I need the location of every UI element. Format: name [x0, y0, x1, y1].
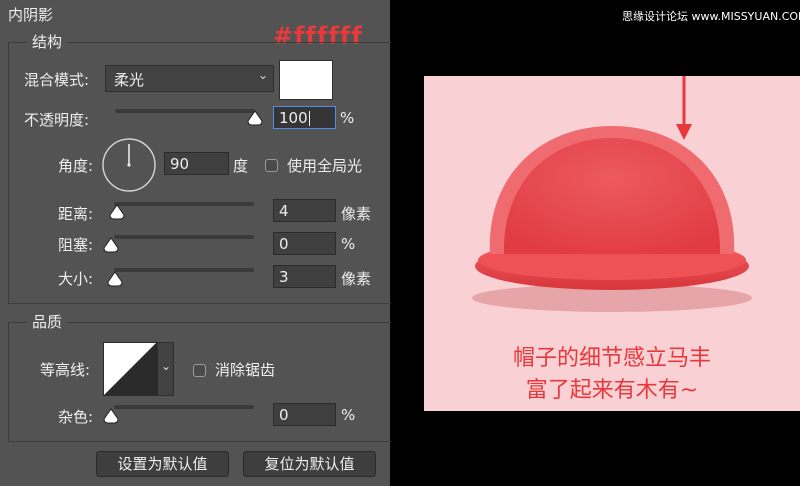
size-slider-thumb[interactable]	[106, 271, 124, 287]
set-default-button[interactable]: 设置为默认值	[96, 451, 229, 477]
distance-slider-thumb[interactable]	[108, 204, 126, 220]
blend-mode-label: 混合模式:	[24, 71, 90, 89]
opacity-unit: %	[340, 109, 355, 127]
size-label: 大小:	[58, 270, 94, 288]
angle-dial[interactable]	[101, 137, 157, 193]
angle-label: 角度:	[58, 157, 94, 175]
choke-label: 阻塞:	[58, 236, 94, 254]
size-slider-track[interactable]	[114, 268, 254, 272]
choke-unit: %	[341, 235, 356, 253]
antialias-checkbox[interactable]	[193, 364, 206, 377]
opacity-slider-thumb[interactable]	[246, 110, 264, 126]
contour-preview[interactable]	[103, 342, 157, 396]
angle-input[interactable]: 90	[164, 152, 229, 175]
opacity-input[interactable]: 100	[273, 106, 336, 129]
contour-label: 等高线:	[40, 361, 91, 379]
global-light-label: 使用全局光	[287, 157, 363, 175]
noise-label: 杂色:	[58, 408, 94, 426]
distance-slider-track[interactable]	[114, 202, 254, 206]
caption-line-1: 帽子的细节感立马丰	[512, 346, 711, 371]
size-input[interactable]: 3	[273, 265, 336, 288]
distance-label: 距离:	[58, 205, 94, 223]
reset-default-button[interactable]: 复位为默认值	[243, 451, 376, 477]
noise-unit: %	[341, 406, 356, 424]
distance-input[interactable]: 4	[273, 199, 336, 222]
structure-legend: 结构	[27, 31, 68, 52]
angle-unit: 度	[233, 157, 249, 175]
color-swatch[interactable]	[279, 60, 333, 100]
preview-area: 帽子的细节感立马丰 富了起来有木有~	[424, 76, 800, 411]
distance-unit: 像素	[341, 205, 372, 223]
global-light-checkbox[interactable]	[265, 159, 278, 172]
blend-mode-value: 柔光	[114, 71, 145, 89]
choke-input[interactable]: 0	[273, 232, 336, 255]
quality-legend: 品质	[27, 311, 68, 332]
choke-slider-track[interactable]	[114, 235, 254, 239]
noise-slider-thumb[interactable]	[102, 408, 120, 424]
noise-slider-track[interactable]	[114, 405, 254, 409]
contour-dropdown-button[interactable]: ⌄	[157, 342, 174, 396]
choke-slider-thumb[interactable]	[102, 237, 120, 253]
watermark: 思缘设计论坛 www.MISSYUAN.COM	[622, 10, 800, 23]
opacity-label: 不透明度:	[24, 111, 90, 129]
chevron-down-icon: ⌄	[161, 359, 172, 373]
caption-line-2: 富了起来有木有~	[525, 378, 699, 403]
chevron-down-icon: ⌄	[257, 68, 268, 82]
opacity-slider-track[interactable]	[115, 109, 255, 113]
size-unit: 像素	[341, 270, 372, 288]
blend-mode-select[interactable]: 柔光 ⌄	[105, 65, 274, 92]
layer-style-panel: 内阴影 #ffffff 结构 混合模式: 柔光 ⌄ 不透明度: 100 % 角度…	[0, 0, 391, 486]
noise-input[interactable]: 0	[273, 403, 336, 426]
antialias-label: 消除锯齿	[215, 361, 276, 379]
panel-title: 内阴影	[8, 6, 54, 24]
